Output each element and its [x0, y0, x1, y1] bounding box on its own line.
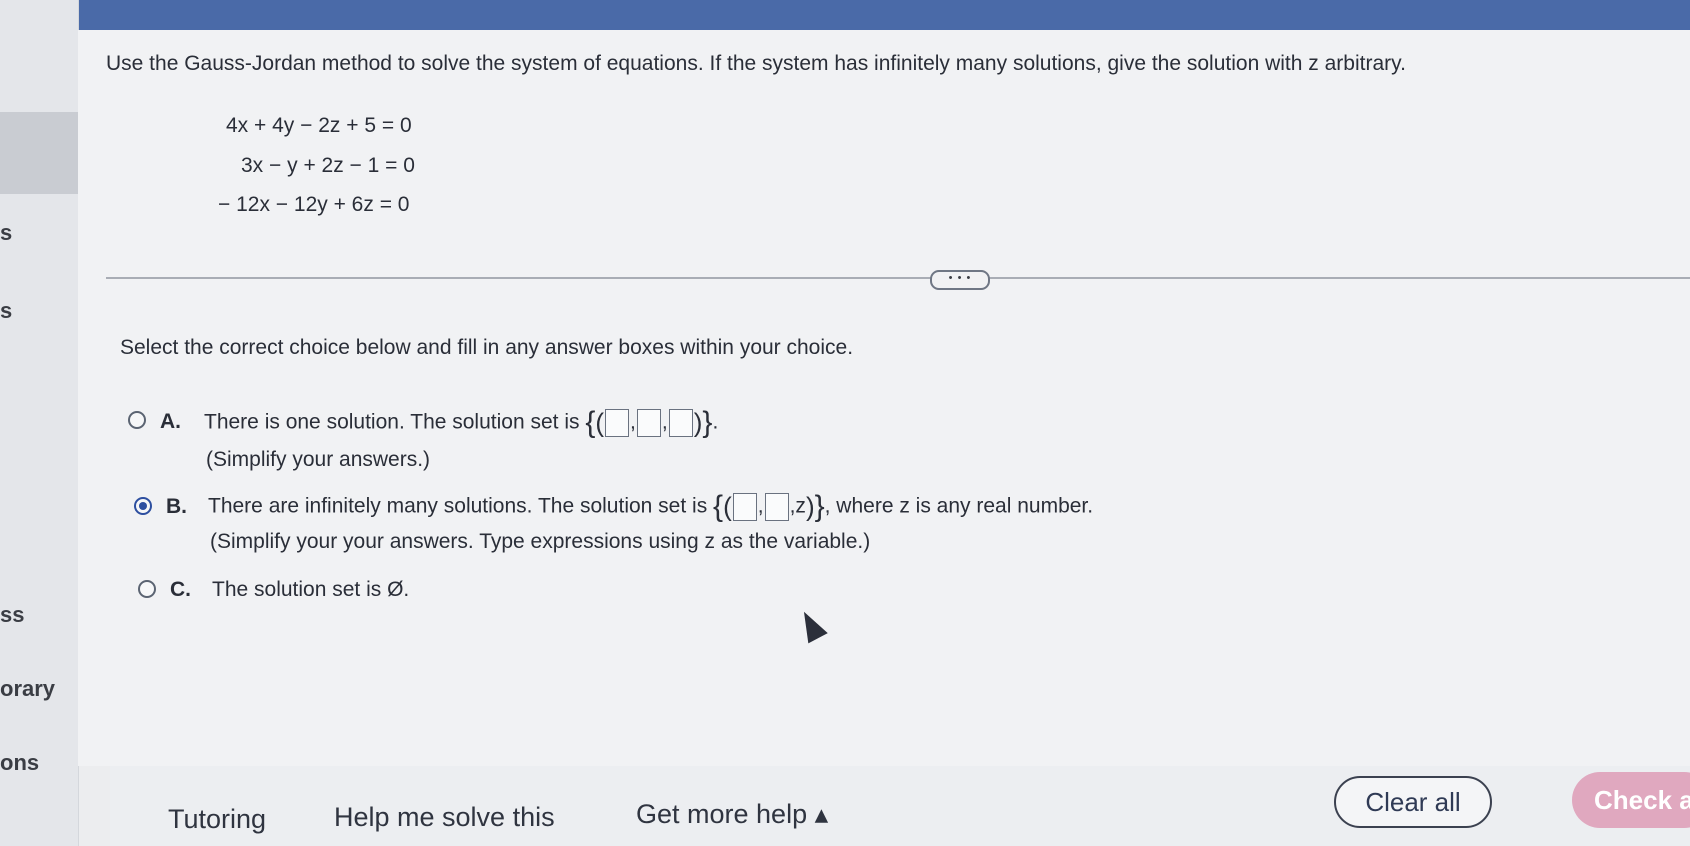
answer-box-a-x[interactable]: [605, 409, 630, 437]
top-banner: [0, 0, 1690, 30]
choice-c-letter: C.: [170, 578, 191, 601]
equation-1: 4x + 4y − 2z + 5 = 0: [226, 114, 412, 137]
get-more-help-link[interactable]: Get more help ▴: [636, 799, 828, 830]
set-brace: {: [713, 490, 724, 523]
section-divider: [106, 277, 1690, 279]
set-brace: }: [814, 490, 825, 523]
sidebar-label-options[interactable]: ons: [0, 750, 39, 776]
sidebar-label-1[interactable]: s: [0, 220, 12, 246]
tutoring-link[interactable]: Tutoring: [168, 804, 266, 835]
check-answer-button[interactable]: Check a: [1572, 772, 1690, 828]
question-panel: [78, 30, 1690, 766]
choice-a-letter: A.: [160, 410, 181, 433]
paren: ): [805, 491, 815, 522]
answer-box-b-x[interactable]: [732, 493, 757, 521]
equation-2: 3x − y + 2z − 1 = 0: [241, 154, 415, 177]
choice-a-text: There is one solution. The solution set …: [204, 406, 719, 439]
sidebar-label-3[interactable]: ss: [0, 602, 24, 628]
choice-a-radio[interactable]: [128, 411, 146, 429]
set-brace: {: [585, 406, 596, 439]
sidebar-label-library[interactable]: orary: [0, 676, 55, 702]
left-sidebar: s s ss orary ons: [0, 0, 79, 846]
choice-b-letter: B.: [166, 495, 187, 518]
answer-box-b-y[interactable]: [764, 493, 789, 521]
choice-b-radio[interactable]: [134, 497, 152, 515]
choice-b-tail: , where z is any real number.: [824, 494, 1094, 518]
choice-b-text: There are infinitely many solutions. The…: [208, 490, 1094, 523]
choice-c-text: The solution set is Ø.: [212, 578, 410, 601]
more-options-button[interactable]: • • •: [930, 270, 990, 290]
choice-b-label: There are infinitely many solutions. The…: [208, 494, 708, 518]
choice-b-z: ,z: [789, 494, 806, 518]
question-text: Use the Gauss-Jordan method to solve the…: [106, 52, 1406, 75]
instruction-text: Select the correct choice below and fill…: [120, 336, 854, 359]
choice-a-label: There is one solution. The solution set …: [204, 410, 580, 434]
paren: (: [595, 407, 605, 438]
sidebar-label-2[interactable]: s: [0, 298, 12, 324]
choice-a-subtext: (Simplify your answers.): [206, 448, 431, 471]
clear-all-button[interactable]: Clear all: [1334, 776, 1492, 828]
help-me-solve-link[interactable]: Help me solve this: [334, 802, 555, 833]
sidebar-highlight: [0, 112, 78, 194]
answer-box-a-z[interactable]: [668, 409, 693, 437]
set-brace: }: [702, 406, 713, 439]
paren: (: [723, 491, 732, 522]
choice-b-subtext: (Simplify your your answers. Type expres…: [210, 530, 871, 553]
equation-3: − 12x − 12y + 6z = 0: [218, 193, 410, 216]
answer-box-a-y[interactable]: [636, 409, 661, 437]
choice-c-radio[interactable]: [138, 580, 156, 598]
